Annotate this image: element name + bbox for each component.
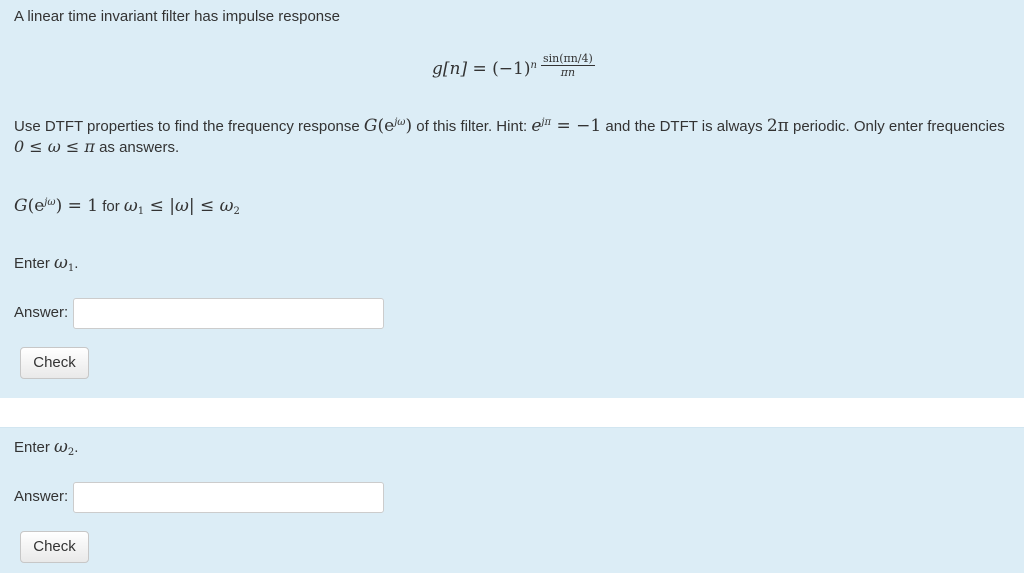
hint-equals: = −1 [551, 116, 602, 136]
response-for: for [98, 198, 124, 215]
part2-prompt: Enter ω2. [14, 437, 79, 458]
part2-check-button[interactable]: Check [20, 531, 89, 563]
response-inequality: ≤ |ω| ≤ [144, 196, 220, 216]
part1-omega: ω [54, 253, 68, 273]
fraction-denominator: πn [560, 66, 576, 79]
body-jw: jω [394, 117, 406, 128]
formula-base: (−1) [492, 58, 531, 79]
part1-prompt-text: Enter [14, 255, 55, 272]
body-text-3: and the DTFT is always [601, 118, 767, 135]
hint-jpi: jπ [541, 117, 552, 128]
hint-e: e [531, 116, 542, 136]
frequency-response-statement: G(ejω) = 1 for ω1 ≤ |ω| ≤ ω2 [14, 196, 240, 217]
response-equals-one: = 1 [62, 196, 99, 216]
part2-omega: ω [54, 437, 68, 457]
part1-answer-input[interactable] [73, 298, 384, 329]
body-paren-open: (e [377, 116, 395, 136]
frequency-range: 0 ≤ ω ≤ π [14, 137, 95, 156]
body-text-5: as answers. [94, 139, 180, 156]
part2-dot: . [74, 439, 79, 456]
part2-prompt-text: Enter [14, 439, 55, 456]
question-panel-1: A linear time invariant filter has impul… [0, 0, 1024, 398]
response-omega1: ω [123, 196, 138, 216]
question-intro: A linear time invariant filter has impul… [14, 8, 340, 25]
response-omega2-sub: 2 [233, 206, 240, 217]
formula-exponent: n [530, 59, 537, 71]
formula-equals: = [467, 58, 493, 79]
part2-answer-input[interactable] [73, 482, 384, 513]
body-text-2: of this filter. Hint: [412, 118, 532, 135]
response-jw: jω [44, 197, 56, 208]
part1-check-button[interactable]: Check [20, 347, 89, 379]
part1-dot: . [74, 255, 79, 272]
part2-answer-label: Answer: [14, 488, 69, 505]
response-paren-open: (e [27, 196, 45, 216]
impulse-response-formula: g[n] = (−1)n sin(πn/4) πn [432, 52, 595, 88]
question-panel-2: Enter ω2. Answer: Check [0, 427, 1024, 573]
body-twopi: 2π [766, 116, 789, 136]
body-text-1: Use DTFT properties to find the frequenc… [14, 118, 364, 135]
panel-separator [0, 398, 1024, 427]
formula-lhs: g[n] [432, 58, 468, 79]
formula-fraction: sin(πn/4) πn [540, 52, 595, 79]
question-body-line1: Use DTFT properties to find the frequenc… [14, 117, 1005, 136]
response-omega2: ω [219, 196, 234, 216]
part1-prompt: Enter ω1. [14, 253, 79, 274]
body-G: G [363, 116, 378, 136]
question-body-line2: 0 ≤ ω ≤ π as answers. [14, 138, 179, 157]
fraction-numerator: sin(πn/4) [540, 52, 595, 66]
part1-answer-label: Answer: [14, 304, 69, 321]
response-G: G [14, 196, 28, 216]
body-text-4: periodic. Only enter frequencies [788, 118, 1005, 135]
